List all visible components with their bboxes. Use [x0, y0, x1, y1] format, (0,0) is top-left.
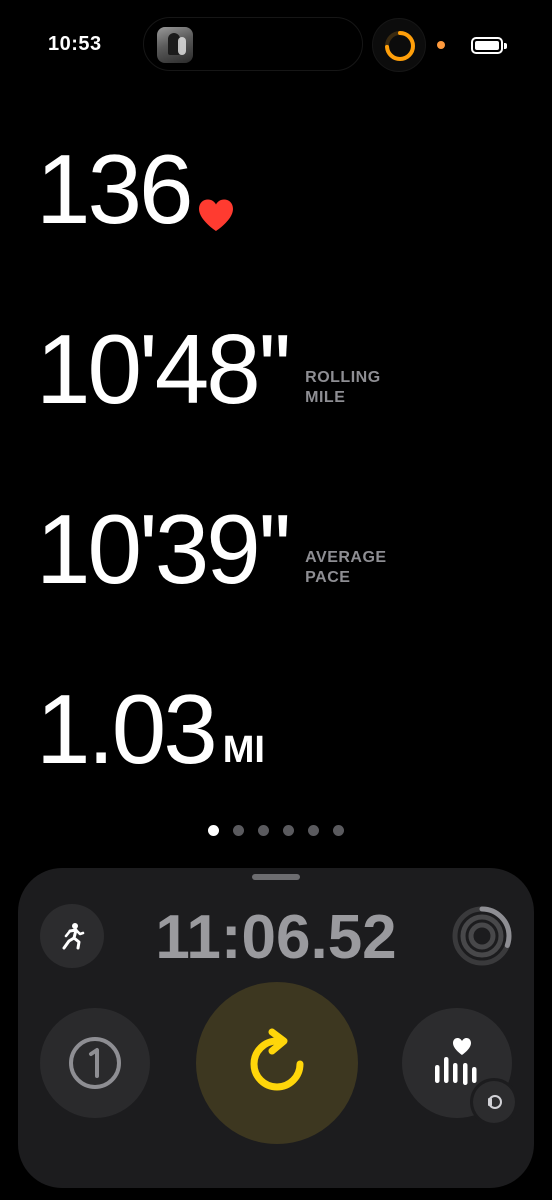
- resume-button[interactable]: [196, 982, 358, 1144]
- average-pace-value: 10'39'': [36, 494, 292, 604]
- rolling-mile-value: 10'48'': [36, 314, 292, 424]
- page-dot[interactable]: [283, 825, 294, 836]
- lap-1-icon: [69, 1037, 121, 1089]
- heart-rate-value: 136: [36, 134, 194, 244]
- panel-grabber[interactable]: [252, 874, 300, 880]
- resume-arrow-icon: [250, 1028, 304, 1091]
- toggle-icon: [488, 1095, 502, 1109]
- page-dot[interactable]: [258, 825, 269, 836]
- lap-button[interactable]: [40, 1008, 150, 1118]
- secondary-toggle[interactable]: [470, 1078, 518, 1126]
- now-playing-artwork[interactable]: [157, 27, 193, 63]
- activity-rings-button[interactable]: [450, 904, 514, 968]
- heart-icon: [198, 199, 233, 231]
- average-pace-metric: 10'39'' AVERAGE PACE: [36, 500, 387, 598]
- privacy-indicator-dot: [437, 41, 445, 49]
- average-pace-label: AVERAGE PACE: [305, 549, 387, 586]
- workout-control-panel: 11:06.52: [18, 868, 534, 1188]
- rolling-mile-label: ROLLING MILE: [305, 369, 381, 406]
- status-time: 10:53: [48, 33, 102, 55]
- page-dot[interactable]: [333, 825, 344, 836]
- page-dot[interactable]: [233, 825, 244, 836]
- heart-rate-metric: 136: [36, 140, 235, 238]
- distance-metric: 1.03 MI: [36, 680, 265, 778]
- page-dot[interactable]: [308, 825, 319, 836]
- activity-ring-indicator[interactable]: [372, 18, 426, 72]
- dynamic-island[interactable]: [143, 17, 363, 71]
- activity-rings-icon: [452, 906, 512, 966]
- page-dot[interactable]: [208, 825, 219, 836]
- activity-ring-icon: [385, 31, 415, 61]
- distance-value: 1.03: [36, 674, 218, 784]
- rolling-mile-metric: 10'48'' ROLLING MILE: [36, 320, 381, 418]
- distance-unit: MI: [222, 729, 265, 771]
- battery-icon: [471, 37, 507, 54]
- page-indicator[interactable]: [0, 825, 552, 836]
